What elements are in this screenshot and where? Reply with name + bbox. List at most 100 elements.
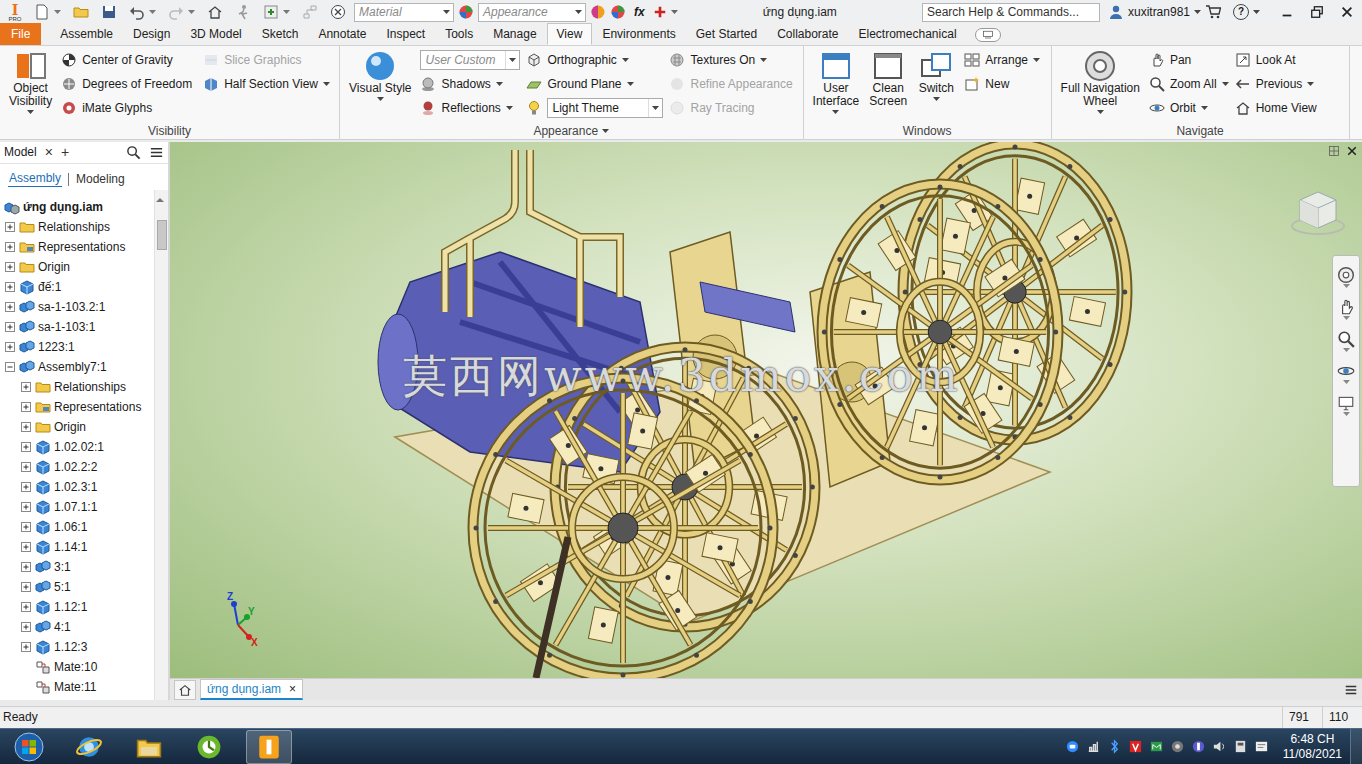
tree-item[interactable]: 1.07.1:1 bbox=[0, 497, 154, 517]
home-icon[interactable] bbox=[178, 683, 192, 697]
ribbon-button[interactable]: Degrees of Freedom bbox=[61, 72, 197, 96]
tree-item[interactable]: đế:1 bbox=[0, 277, 154, 297]
tray-icon[interactable] bbox=[1128, 739, 1143, 754]
ribbon-button[interactable]: Orbit bbox=[1149, 96, 1229, 120]
dropdown-arrow-icon[interactable] bbox=[496, 82, 503, 86]
appearance-dropdown[interactable]: Appearance bbox=[478, 3, 586, 22]
tray-icon[interactable] bbox=[1170, 739, 1185, 754]
tree-item[interactable]: Relationships bbox=[0, 377, 154, 397]
ribbon-tab[interactable]: Sketch bbox=[252, 23, 309, 45]
ribbon-button[interactable]: Shadows bbox=[420, 72, 520, 96]
file-explorer-icon[interactable] bbox=[136, 734, 162, 760]
appearance-icon[interactable] bbox=[458, 4, 474, 20]
tree-item[interactable]: Representations bbox=[0, 397, 154, 417]
quick-access-button[interactable] bbox=[30, 4, 65, 20]
nav-button[interactable] bbox=[1337, 362, 1355, 384]
inventor-app-icon[interactable] bbox=[256, 734, 282, 760]
ribbon-button[interactable]: New bbox=[964, 72, 1040, 96]
expander-icon[interactable] bbox=[4, 341, 16, 353]
file-menu[interactable]: File bbox=[0, 23, 41, 45]
tree-item[interactable]: Mate:11 bbox=[0, 677, 154, 697]
view-icon[interactable] bbox=[1337, 394, 1355, 412]
expander-icon[interactable] bbox=[20, 561, 32, 573]
dropdown-arrow-icon[interactable] bbox=[1222, 82, 1229, 86]
expander-icon[interactable] bbox=[20, 641, 32, 653]
dropdown-arrow-icon[interactable] bbox=[652, 106, 659, 110]
add-icon[interactable] bbox=[653, 5, 667, 19]
browser-app-icon[interactable] bbox=[76, 734, 102, 760]
dropdown-arrow-icon[interactable] bbox=[283, 10, 290, 14]
expander-icon[interactable] bbox=[4, 241, 16, 253]
tree-item[interactable]: 1.12:3 bbox=[0, 637, 154, 657]
expander-icon[interactable] bbox=[4, 221, 16, 233]
ribbon-combo[interactable]: User Custom bbox=[420, 48, 520, 72]
expander-icon[interactable] bbox=[20, 581, 32, 593]
dropdown-arrow-icon[interactable] bbox=[1343, 348, 1350, 352]
ribbon-large-button[interactable]: UserInterface bbox=[810, 48, 863, 122]
tree-item[interactable]: 1223:1 bbox=[0, 337, 154, 357]
restore-icon[interactable] bbox=[1310, 5, 1324, 19]
tree-item[interactable]: sa-1-103:1 bbox=[0, 317, 154, 337]
ribbon-button[interactable]: Home View bbox=[1235, 96, 1322, 120]
quick-access-button[interactable] bbox=[125, 4, 160, 20]
zoom-icon[interactable] bbox=[1337, 330, 1355, 348]
expander-icon[interactable] bbox=[20, 541, 32, 553]
ribbon-tab[interactable]: Annotate bbox=[308, 23, 376, 45]
ribbon-button[interactable]: Orthographic bbox=[526, 48, 663, 72]
close-view-icon[interactable] bbox=[1346, 145, 1358, 157]
dropdown-arrow-icon[interactable] bbox=[27, 110, 34, 114]
quick-access-button[interactable] bbox=[203, 4, 227, 20]
ribbon-button[interactable]: Reflections bbox=[420, 96, 520, 120]
dropdown-arrow-icon[interactable] bbox=[1194, 10, 1201, 14]
search-field[interactable] bbox=[922, 3, 1100, 22]
browser-tab[interactable]: Model bbox=[4, 145, 37, 159]
tree-item[interactable]: 1.12:1 bbox=[0, 597, 154, 617]
ribbon-button[interactable]: Arrange bbox=[964, 48, 1040, 72]
ribbon-button[interactable]: Refine Appearance bbox=[669, 72, 797, 96]
minimize-icon[interactable] bbox=[1280, 5, 1294, 19]
app-logo[interactable]: IPRO bbox=[4, 1, 26, 23]
dropdown-arrow-icon[interactable] bbox=[1033, 58, 1040, 62]
nav-button[interactable] bbox=[1337, 394, 1355, 416]
ribbon-tab[interactable]: Get Started bbox=[686, 23, 767, 45]
expander-icon[interactable] bbox=[20, 421, 32, 433]
ribbon-large-button[interactable]: Switch bbox=[914, 48, 958, 122]
menu-icon[interactable] bbox=[1344, 683, 1358, 697]
tree-item[interactable]: 1.14:1 bbox=[0, 537, 154, 557]
taskbar-button[interactable] bbox=[186, 730, 232, 764]
ribbon-button[interactable]: Half Section View bbox=[203, 72, 330, 96]
ribbon-tab[interactable]: Inspect bbox=[376, 23, 435, 45]
nav-button[interactable] bbox=[1337, 298, 1355, 320]
ribbon-tab[interactable]: Electromechanical bbox=[849, 23, 967, 45]
document-menu[interactable] bbox=[1344, 683, 1358, 697]
dropdown-arrow-icon[interactable] bbox=[832, 110, 839, 114]
dropdown-arrow-icon[interactable] bbox=[575, 10, 582, 14]
combo-box[interactable]: Light Theme bbox=[547, 98, 663, 118]
ribbon-button[interactable]: Ray Tracing bbox=[669, 96, 797, 120]
tray-icon[interactable] bbox=[1212, 739, 1227, 754]
clear-appearance-icon[interactable] bbox=[610, 4, 626, 20]
ribbon-button[interactable]: Center of Gravity bbox=[61, 48, 197, 72]
scroll-thumb[interactable] bbox=[157, 220, 167, 250]
tray-icon[interactable] bbox=[1254, 739, 1269, 754]
quick-access-button[interactable] bbox=[164, 4, 199, 20]
user-account[interactable]: xuxitran981 bbox=[1108, 4, 1201, 20]
tree-item[interactable]: Mate:10 bbox=[0, 657, 154, 677]
quick-access-button[interactable] bbox=[259, 4, 294, 20]
expander-icon[interactable] bbox=[4, 321, 16, 333]
parameters-button[interactable]: fx bbox=[630, 5, 649, 19]
dropdown-arrow-icon[interactable] bbox=[1097, 110, 1104, 114]
tray-icon[interactable] bbox=[1065, 739, 1080, 754]
material-dropdown[interactable]: Material bbox=[354, 3, 454, 22]
dropdown-arrow-icon[interactable] bbox=[54, 10, 61, 14]
expander-icon[interactable] bbox=[20, 521, 32, 533]
ribbon-button[interactable]: iMate Glyphs bbox=[61, 96, 197, 120]
nav-button[interactable] bbox=[1337, 330, 1355, 352]
dropdown-arrow-icon[interactable] bbox=[627, 82, 634, 86]
dropdown-arrow-icon[interactable] bbox=[1343, 284, 1350, 288]
tree-item[interactable]: 1.02.02:1 bbox=[0, 437, 154, 457]
tray-icon[interactable] bbox=[1191, 739, 1206, 754]
dropdown-arrow-icon[interactable] bbox=[602, 129, 609, 133]
expander-icon[interactable] bbox=[20, 401, 32, 413]
start-button[interactable] bbox=[6, 730, 52, 764]
